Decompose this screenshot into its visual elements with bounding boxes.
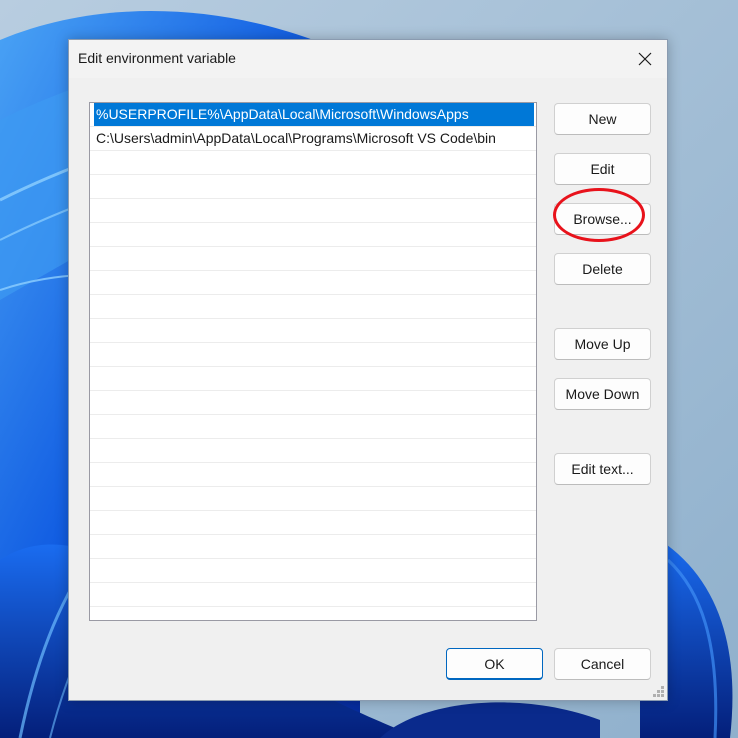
empty-list-row[interactable] [90, 415, 536, 439]
edit-button[interactable]: Edit [554, 153, 651, 185]
empty-list-row[interactable] [90, 463, 536, 487]
empty-list-row[interactable] [90, 319, 536, 343]
empty-list-row[interactable] [90, 271, 536, 295]
move-down-button[interactable]: Move Down [554, 378, 651, 410]
empty-list-row[interactable] [90, 175, 536, 199]
ok-button[interactable]: OK [446, 648, 543, 680]
list-item[interactable]: C:\Users\admin\AppData\Local\Programs\Mi… [90, 127, 536, 151]
empty-list-row[interactable] [90, 607, 536, 620]
empty-list-row[interactable] [90, 151, 536, 175]
empty-list-row[interactable] [90, 295, 536, 319]
empty-list-row[interactable] [90, 247, 536, 271]
empty-list-row[interactable] [90, 439, 536, 463]
empty-list-row[interactable] [90, 223, 536, 247]
empty-list-row[interactable] [90, 391, 536, 415]
new-button[interactable]: New [554, 103, 651, 135]
empty-list-row[interactable] [90, 199, 536, 223]
close-icon [638, 52, 652, 66]
empty-list-row[interactable] [90, 487, 536, 511]
empty-list-row[interactable] [90, 511, 536, 535]
delete-button[interactable]: Delete [554, 253, 651, 285]
close-button[interactable] [623, 40, 667, 78]
empty-list-row[interactable] [90, 535, 536, 559]
title-bar[interactable]: Edit environment variable [69, 40, 667, 78]
edit-environment-variable-dialog: Edit environment variable %USERPROFILE%\… [68, 39, 668, 701]
empty-list-row[interactable] [90, 559, 536, 583]
empty-list-row[interactable] [90, 583, 536, 607]
dialog-title: Edit environment variable [78, 50, 236, 66]
edit-text-button[interactable]: Edit text... [554, 453, 651, 485]
empty-list-row[interactable] [90, 367, 536, 391]
resize-grip-icon[interactable] [653, 686, 665, 698]
path-entry-text: C:\Users\admin\AppData\Local\Programs\Mi… [96, 130, 496, 146]
browse-button[interactable]: Browse... [554, 203, 651, 235]
path-entry-text: %USERPROFILE%\AppData\Local\Microsoft\Wi… [94, 103, 534, 126]
empty-list-row[interactable] [90, 343, 536, 367]
cancel-button[interactable]: Cancel [554, 648, 651, 680]
path-list[interactable]: %USERPROFILE%\AppData\Local\Microsoft\Wi… [89, 102, 537, 621]
move-up-button[interactable]: Move Up [554, 328, 651, 360]
list-item[interactable]: %USERPROFILE%\AppData\Local\Microsoft\Wi… [90, 103, 536, 127]
